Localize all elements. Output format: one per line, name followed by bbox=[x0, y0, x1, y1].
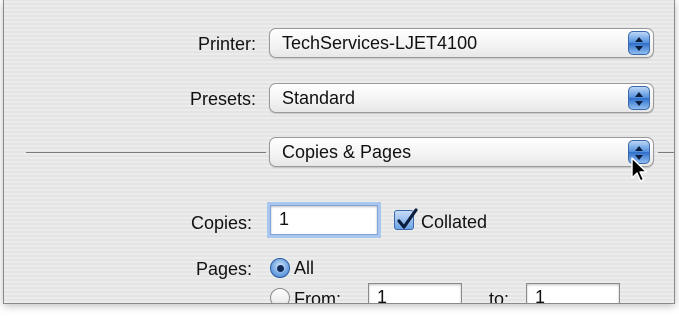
popup-arrows-icon bbox=[628, 86, 650, 110]
pages-label: Pages: bbox=[195, 259, 252, 279]
divider-right bbox=[658, 152, 674, 153]
collated-checkbox[interactable] bbox=[394, 208, 418, 230]
copies-label: Copies: bbox=[190, 213, 252, 233]
mouse-pointer-icon bbox=[631, 157, 648, 182]
collated-label: Collated bbox=[421, 212, 488, 232]
printer-label: Printer: bbox=[197, 34, 256, 54]
pages-all-radio[interactable] bbox=[270, 258, 290, 278]
presets-popup[interactable]: Standard bbox=[269, 83, 654, 113]
presets-value: Standard bbox=[282, 88, 356, 108]
section-popup-value: Copies & Pages bbox=[282, 142, 412, 162]
copies-field[interactable]: 1 bbox=[270, 205, 378, 235]
pages-from-radio[interactable] bbox=[270, 288, 290, 303]
pages-from-label: From: bbox=[294, 289, 341, 304]
print-dialog: Printer: TechServices-LJET4100 Presets: … bbox=[3, 0, 675, 304]
checkmark-icon bbox=[397, 208, 418, 229]
pages-from-field[interactable]: 1 bbox=[368, 283, 462, 303]
presets-label: Presets: bbox=[189, 89, 256, 109]
pages-all-label: All bbox=[294, 258, 315, 278]
pages-to-label: to: bbox=[489, 289, 510, 304]
divider-left bbox=[26, 152, 266, 153]
popup-arrows-icon bbox=[628, 31, 650, 55]
pages-to-field[interactable]: 1 bbox=[526, 283, 620, 303]
printer-popup[interactable]: TechServices-LJET4100 bbox=[269, 28, 654, 58]
section-popup[interactable]: Copies & Pages bbox=[269, 137, 654, 167]
printer-value: TechServices-LJET4100 bbox=[282, 33, 478, 53]
